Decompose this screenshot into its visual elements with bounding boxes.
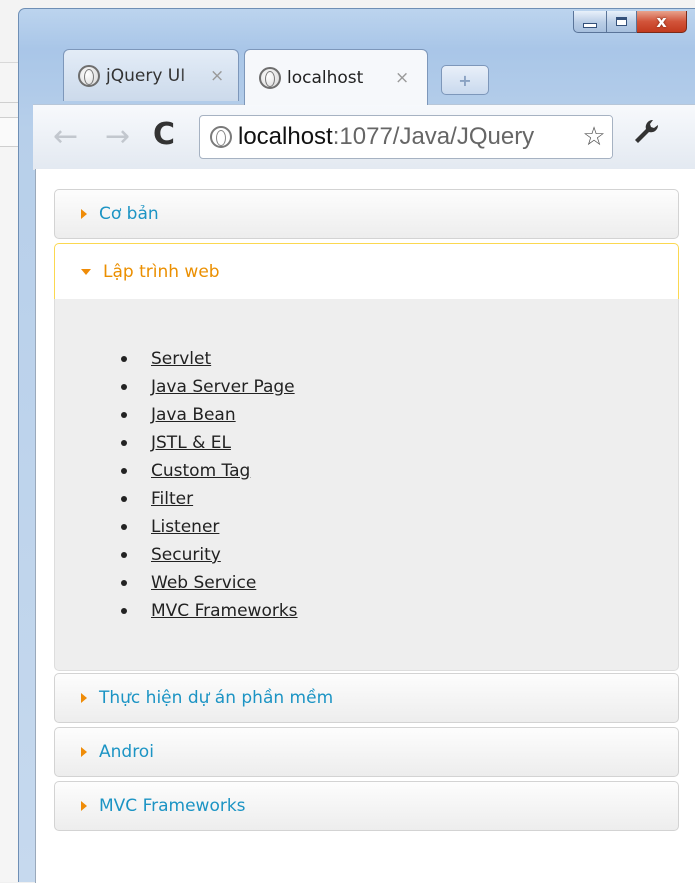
list-item: Java Bean	[121, 401, 298, 429]
accordion-panel-lap-trinh-web: Servlet Java Server Page Java Bean JSTL …	[54, 299, 679, 671]
bullet-icon	[121, 552, 127, 558]
bullet-icon	[121, 440, 127, 446]
close-icon: x	[656, 12, 667, 31]
list-item: Java Server Page	[121, 373, 298, 401]
tab-localhost[interactable]: localhost ×	[244, 49, 428, 105]
globe-icon	[259, 66, 281, 89]
accordion-header-thuc-hien-du-an[interactable]: Thực hiện dự án phần mềm	[54, 673, 679, 723]
topic-link[interactable]: Java Server Page	[151, 377, 295, 397]
plus-icon: +	[458, 70, 472, 90]
accordion-header-label: MVC Frameworks	[99, 796, 246, 816]
triangle-right-icon	[81, 693, 87, 703]
maximize-button[interactable]	[607, 11, 637, 33]
globe-icon	[78, 64, 100, 87]
topic-link[interactable]: MVC Frameworks	[151, 601, 298, 621]
maximize-icon	[616, 17, 627, 26]
topic-link[interactable]: Listener	[151, 517, 219, 537]
tab-title: localhost	[287, 67, 364, 88]
address-host: localhost	[238, 123, 333, 150]
forward-button[interactable]: →	[105, 119, 130, 154]
topic-link[interactable]: JSTL & EL	[151, 433, 231, 453]
wrench-svg	[635, 119, 659, 143]
address-path: :1077/Java/JQuery	[332, 123, 535, 150]
list-item: Custom Tag	[121, 457, 298, 485]
list-item: Filter	[121, 485, 298, 513]
list-item: Listener	[121, 513, 298, 541]
list-item: Security	[121, 541, 298, 569]
topic-link[interactable]: Filter	[151, 489, 193, 509]
list-item: JSTL & EL	[121, 429, 298, 457]
minimize-button[interactable]	[573, 11, 607, 33]
accordion-header-co-ban[interactable]: Cơ bản	[54, 189, 679, 239]
close-window-button[interactable]: x	[637, 11, 687, 33]
address-text[interactable]: localhost:1077/Java/JQuery	[238, 123, 534, 151]
bookmark-star-icon[interactable]: ☆	[576, 116, 612, 158]
triangle-down-icon	[81, 268, 91, 275]
bullet-icon	[121, 496, 127, 502]
browser-toolbar: ← → C localhost:1077/Java/JQuery ☆	[33, 104, 695, 170]
topic-link[interactable]: Servlet	[151, 349, 211, 369]
window-controls: x	[573, 11, 687, 37]
browser-window: x jQuery UI × localhost × + ← → C localh…	[18, 8, 695, 883]
accordion-header-label: Lập trình web	[103, 261, 220, 282]
bullet-icon	[121, 608, 127, 614]
tab-close-button[interactable]: ×	[210, 66, 224, 86]
accordion-header-androi[interactable]: Androi	[54, 727, 679, 777]
list-item: MVC Frameworks	[121, 597, 298, 625]
tab-jquery-ui[interactable]: jQuery UI ×	[63, 49, 239, 101]
bullet-icon	[121, 468, 127, 474]
topic-link[interactable]: Web Service	[151, 573, 256, 593]
accordion-header-label: Androi	[99, 742, 154, 762]
triangle-right-icon	[81, 801, 87, 811]
globe-icon	[210, 126, 232, 148]
tab-title: jQuery UI	[106, 65, 186, 86]
accordion-header-label: Cơ bản	[99, 204, 159, 224]
bullet-icon	[121, 356, 127, 362]
list-item: Web Service	[121, 569, 298, 597]
page-content: Cơ bản Lập trình web Servlet Java Server…	[35, 169, 695, 883]
triangle-right-icon	[81, 747, 87, 757]
reload-button[interactable]: C	[153, 117, 175, 152]
wrench-icon[interactable]	[631, 117, 661, 154]
back-button[interactable]: ←	[53, 119, 78, 154]
address-bar[interactable]: localhost:1077/Java/JQuery ☆	[199, 115, 613, 159]
bullet-icon	[121, 412, 127, 418]
bullet-icon	[121, 384, 127, 390]
topic-link[interactable]: Custom Tag	[151, 461, 250, 481]
web-topics-list: Servlet Java Server Page Java Bean JSTL …	[121, 345, 298, 625]
accordion-header-lap-trinh-web[interactable]: Lập trình web	[54, 243, 679, 299]
new-tab-button[interactable]: +	[441, 65, 489, 95]
list-item: Servlet	[121, 345, 298, 373]
triangle-right-icon	[81, 209, 87, 219]
topic-link[interactable]: Security	[151, 545, 221, 565]
accordion-header-label: Thực hiện dự án phần mềm	[99, 688, 334, 708]
topic-link[interactable]: Java Bean	[151, 405, 236, 425]
bullet-icon	[121, 580, 127, 586]
minimize-icon	[583, 23, 597, 28]
bullet-icon	[121, 524, 127, 530]
tab-close-button[interactable]: ×	[395, 68, 409, 88]
accordion-header-mvc-frameworks[interactable]: MVC Frameworks	[54, 781, 679, 831]
